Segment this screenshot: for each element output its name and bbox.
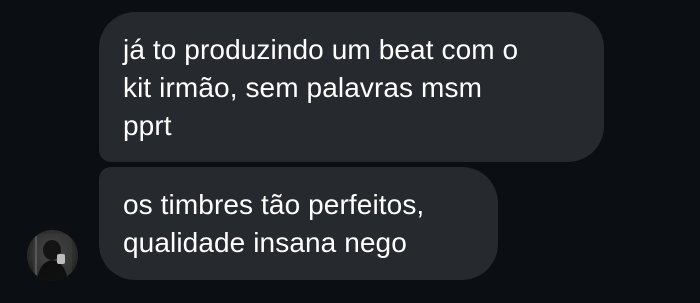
message-thread: já to produzindo um beat com o kit irmão… bbox=[0, 0, 700, 303]
message-line: já to produzindo um beat com o bbox=[123, 34, 519, 65]
message-line: os timbres tão perfeitos, bbox=[123, 189, 425, 220]
message-bubble[interactable]: já to produzindo um beat com o kit irmão… bbox=[99, 12, 604, 162]
message-line: pprt bbox=[123, 110, 172, 141]
message-line: qualidade insana nego bbox=[123, 227, 407, 258]
user-avatar-photo-icon bbox=[27, 230, 78, 281]
message-line: kit irmão, sem palavras msm bbox=[123, 72, 482, 103]
sender-avatar[interactable] bbox=[27, 230, 78, 281]
message-bubble[interactable]: os timbres tão perfeitos, qualidade insa… bbox=[99, 167, 498, 280]
